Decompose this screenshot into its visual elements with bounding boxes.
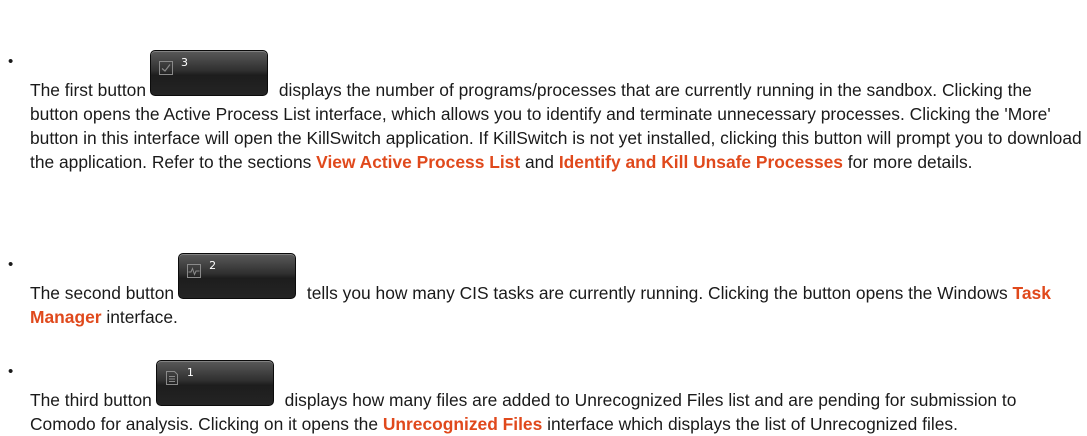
- item-text-tail: interface which displays the list of Unr…: [542, 414, 958, 434]
- link-unrecognized-files[interactable]: Unrecognized Files: [383, 414, 542, 434]
- list-item-cis-tasks: • The second button 2 tells you how many …: [8, 253, 1082, 329]
- item-lead-text: The second button: [30, 283, 175, 303]
- bullet: •: [8, 363, 14, 380]
- bullet: •: [8, 256, 14, 273]
- item-lead-text: The first button: [30, 80, 146, 100]
- button-count: 1: [186, 366, 194, 379]
- activity-graph-icon: [187, 264, 202, 278]
- running-processes-button[interactable]: 3: [150, 50, 268, 96]
- button-count: 2: [209, 259, 217, 272]
- item-lead-text: The third button: [30, 390, 152, 410]
- list-item-unrecognized-files: • The third button 1 displays how many fi…: [8, 360, 1082, 436]
- list-item-running-processes: • The first button 3 displays the number …: [8, 50, 1082, 174]
- link-view-active-process-list[interactable]: View Active Process List: [316, 152, 520, 172]
- document-list-icon: [165, 371, 178, 385]
- bullet: •: [8, 53, 14, 70]
- cis-tasks-button[interactable]: 2: [178, 253, 297, 299]
- item-text-connector: and: [520, 152, 559, 172]
- button-count: 3: [181, 56, 188, 69]
- item-text-tail: for more details.: [842, 152, 973, 172]
- item-text-tail: interface.: [101, 307, 178, 327]
- item-description: tells you how many CIS tasks are current…: [302, 283, 1013, 303]
- unrecognized-files-button[interactable]: 1: [155, 360, 274, 406]
- checkbox-icon: [159, 61, 173, 75]
- link-identify-kill-unsafe-processes[interactable]: Identify and Kill Unsafe Processes: [559, 152, 843, 172]
